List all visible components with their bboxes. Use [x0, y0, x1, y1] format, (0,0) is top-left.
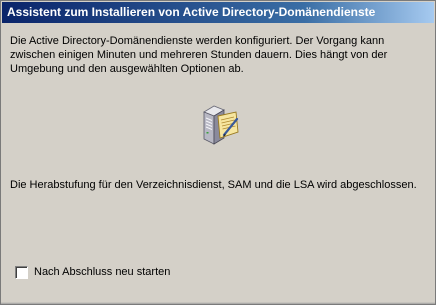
window-title: Assistent zum Installieren von Active Di… [2, 2, 434, 23]
server-with-document-icon [200, 102, 240, 146]
window-bottom-edge [1, 302, 435, 304]
status-text: Die Herabstufung für den Verzeichnisdien… [10, 179, 417, 191]
restart-label[interactable]: Nach Abschluss neu starten [34, 266, 170, 278]
restart-option[interactable]: Nach Abschluss neu starten [15, 265, 170, 279]
wizard-dialog: Assistent zum Installieren von Active Di… [0, 0, 436, 305]
restart-checkbox[interactable] [15, 265, 28, 279]
intro-text: Die Active Directory-Domänendienste werd… [10, 35, 388, 75]
